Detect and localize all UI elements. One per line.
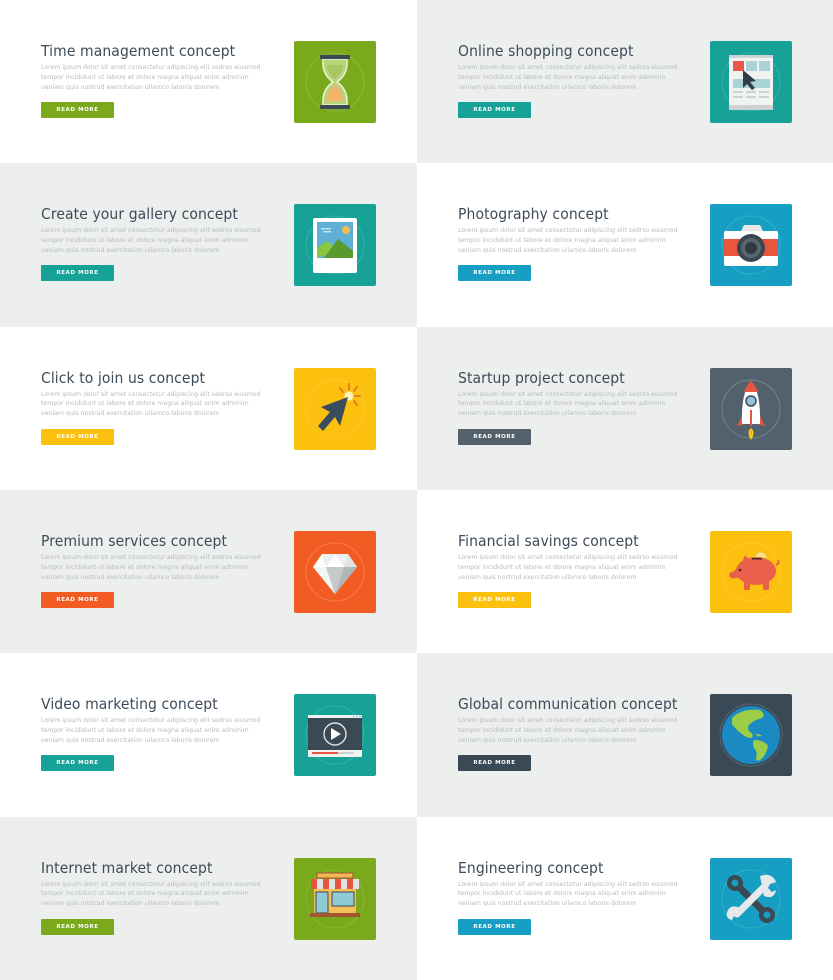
read-more-button[interactable]: READ MORE bbox=[41, 918, 114, 935]
video-player-icon bbox=[294, 694, 376, 777]
read-more-button[interactable]: READ MORE bbox=[458, 102, 531, 118]
card-global-communication: Global communication concept Lorem ipsum… bbox=[417, 653, 833, 817]
card-title: Engineering concept bbox=[458, 858, 604, 877]
card-gallery: Create your gallery concept Lorem ipsum … bbox=[0, 163, 417, 327]
card-title: Premium services concept bbox=[41, 531, 228, 550]
camera-icon bbox=[710, 204, 792, 287]
card-description: Lorem ipsum dolor sit amet consectetur a… bbox=[41, 227, 261, 254]
card-financial: Financial savings concept Lorem ipsum do… bbox=[417, 489, 833, 654]
read-more-button[interactable]: READ MORE bbox=[458, 918, 531, 935]
card-description: Lorem ipsum dolor sit amet consectetur a… bbox=[41, 553, 261, 581]
card-title: Create your gallery concept bbox=[41, 205, 238, 224]
read-more-button[interactable]: READ MORE bbox=[41, 265, 114, 282]
card-title: Internet market concept bbox=[41, 858, 213, 877]
globe-icon bbox=[710, 694, 792, 777]
hourglass-icon bbox=[294, 41, 376, 123]
card-engineering: Engineering concept Lorem ipsum dolor si… bbox=[417, 816, 833, 980]
card-description: Lorem ipsum dolor sit amet consectetur a… bbox=[41, 717, 261, 744]
diamond-icon bbox=[294, 530, 376, 613]
card-description: Lorem ipsum dolor sit amet consectetur a… bbox=[458, 553, 678, 581]
storefront-icon bbox=[294, 857, 376, 940]
card-title: Time management concept bbox=[41, 42, 236, 60]
card-description: Lorem ipsum dolor sit amet consectetur a… bbox=[458, 717, 678, 744]
card-description: Lorem ipsum dolor sit amet consectetur a… bbox=[41, 64, 261, 91]
card-description: Lorem ipsum dolor sit amet consectetur a… bbox=[458, 390, 678, 418]
card-internet-market: Internet market concept Lorem ipsum dolo… bbox=[0, 816, 417, 980]
card-title: Startup project concept bbox=[458, 368, 625, 387]
card-title: Online shopping concept bbox=[458, 42, 634, 60]
card-description: Lorem ipsum dolor sit amet consectetur a… bbox=[41, 880, 261, 908]
card-video-marketing: Video marketing concept Lorem ipsum dolo… bbox=[0, 653, 417, 817]
card-online-shopping: Online shopping concept Lorem ipsum dolo… bbox=[417, 0, 833, 164]
online-shop-cursor-icon bbox=[710, 41, 792, 123]
card-title: Financial savings concept bbox=[458, 531, 639, 550]
card-description: Lorem ipsum dolor sit amet consectetur a… bbox=[458, 880, 678, 908]
read-more-button[interactable]: READ MORE bbox=[41, 591, 114, 608]
wrench-icon bbox=[710, 857, 792, 940]
card-title: Click to join us concept bbox=[41, 368, 206, 387]
rocket-icon bbox=[710, 367, 792, 450]
read-more-button[interactable]: READ MORE bbox=[458, 591, 531, 608]
card-title: Video marketing concept bbox=[41, 695, 218, 714]
read-more-button[interactable]: READ MORE bbox=[41, 428, 114, 445]
read-more-button[interactable]: READ MORE bbox=[458, 428, 531, 445]
photo-gallery-icon bbox=[294, 204, 376, 287]
read-more-button[interactable]: READ MORE bbox=[41, 755, 114, 772]
concept-grid: Time management concept Lorem ipsum dolo… bbox=[0, 0, 833, 980]
card-click-join: Click to join us concept Lorem ipsum dol… bbox=[0, 326, 417, 490]
read-more-button[interactable]: READ MORE bbox=[41, 102, 114, 118]
read-more-button[interactable]: READ MORE bbox=[458, 265, 531, 282]
card-title: Photography concept bbox=[458, 205, 609, 224]
card-photography: Photography concept Lorem ipsum dolor si… bbox=[417, 163, 833, 327]
card-description: Lorem ipsum dolor sit amet consectetur a… bbox=[458, 64, 678, 91]
card-time-management: Time management concept Lorem ipsum dolo… bbox=[0, 0, 417, 164]
card-description: Lorem ipsum dolor sit amet consectetur a… bbox=[458, 227, 678, 254]
card-startup: Startup project concept Lorem ipsum dolo… bbox=[417, 326, 833, 490]
card-premium: Premium services concept Lorem ipsum dol… bbox=[0, 489, 417, 654]
card-description: Lorem ipsum dolor sit amet consectetur a… bbox=[41, 390, 261, 418]
piggy-bank-icon bbox=[710, 530, 792, 613]
click-cursor-icon bbox=[294, 367, 376, 450]
read-more-button[interactable]: READ MORE bbox=[458, 755, 531, 772]
card-title: Global communication concept bbox=[458, 695, 678, 714]
